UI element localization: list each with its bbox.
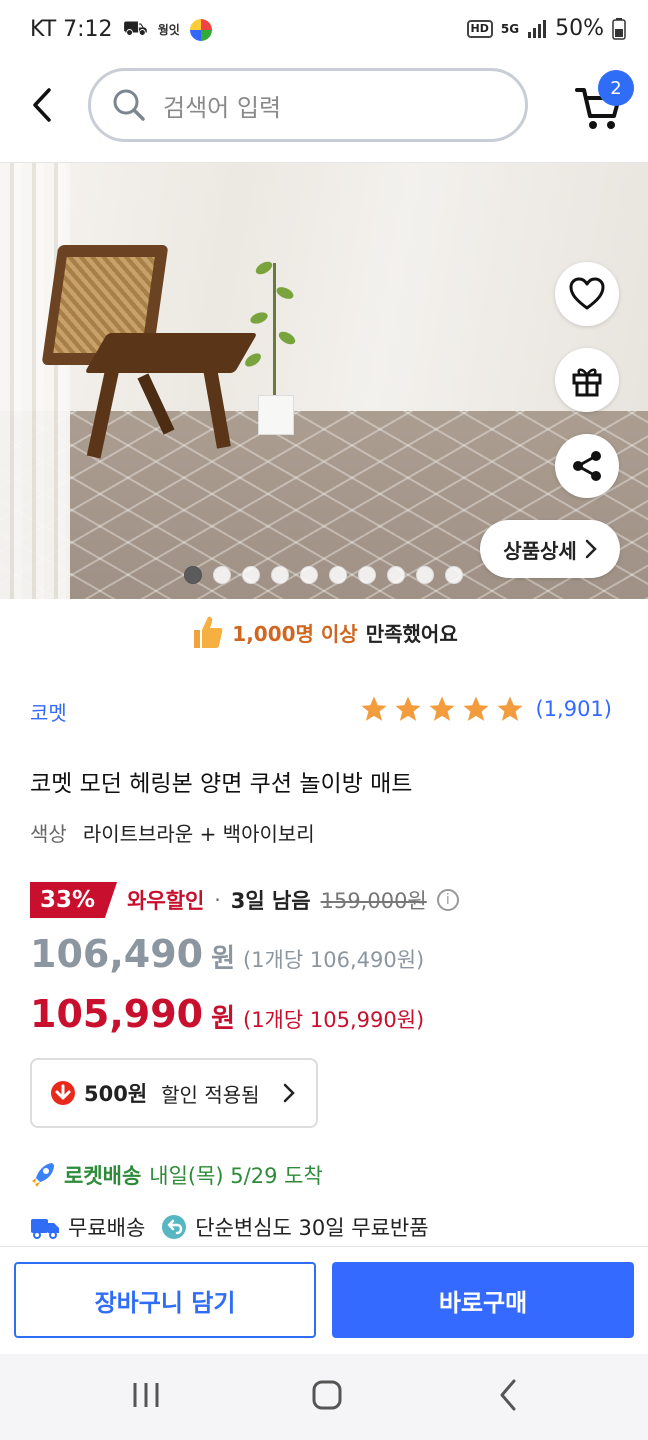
thumbs-up-icon	[194, 616, 223, 648]
days-left: 3일 남음	[230, 889, 311, 913]
hd-badge: HD	[466, 19, 493, 38]
status-left: KT 7:12 ⛟ 웡잇	[30, 16, 212, 43]
pagination-dot[interactable]	[329, 566, 347, 584]
option-value: 라이트브라운 + 백아이보리	[82, 822, 315, 846]
image-chair-seat	[84, 333, 258, 373]
option-label: 색상	[30, 822, 67, 846]
pagination-dot[interactable]	[387, 566, 405, 584]
image-plant-stem	[273, 263, 276, 397]
carrier-time: KT 7:12	[30, 17, 113, 42]
cart-count-badge: 2	[598, 70, 634, 106]
search-icon	[113, 89, 145, 121]
product-option[interactable]: 색상 라이트브라운 + 백아이보리	[30, 818, 315, 847]
satisfaction-banner: 1,000명 이상 만족했어요	[0, 604, 648, 660]
search-placeholder: 검색어 입력	[163, 93, 282, 122]
wow-discount-label: 와우할인	[127, 889, 205, 913]
heart-icon	[569, 277, 605, 310]
share-button[interactable]	[555, 434, 619, 498]
product-detail-label: 상품상세	[503, 538, 577, 563]
satisfaction-text: 만족했어요	[365, 621, 458, 646]
sale-unit-price: (1개당 105,990원)	[243, 1008, 425, 1032]
star-icon	[429, 696, 455, 721]
app-label: 웡잇	[157, 23, 180, 37]
search-input[interactable]: 검색어 입력	[88, 68, 528, 142]
home-icon	[312, 1380, 342, 1410]
star-icon	[361, 696, 387, 721]
regular-price: 106,490 원 (1개당 106,490원)	[30, 932, 424, 976]
separator: ·	[214, 888, 221, 912]
info-icon[interactable]: i	[436, 889, 459, 911]
star-icon	[395, 696, 421, 721]
home-button[interactable]	[297, 1370, 357, 1420]
discount-percent-badge: 33%	[30, 882, 118, 918]
original-price: 159,000원	[320, 889, 427, 913]
pagination-dot[interactable]	[416, 566, 434, 584]
arrival-date: 내일(목) 5/29 도착	[149, 1164, 323, 1188]
truck-icon	[31, 1219, 59, 1239]
wishlist-button[interactable]	[555, 262, 619, 326]
recent-apps-icon	[133, 1383, 159, 1407]
recent-apps-button[interactable]	[116, 1370, 176, 1420]
sale-price-won: 원	[211, 1004, 235, 1034]
status-right: HD 5G 50%	[466, 16, 626, 41]
pagination-dot[interactable]	[242, 566, 260, 584]
battery-icon	[612, 17, 626, 40]
location-icon	[189, 18, 212, 41]
sale-price: 105,990 원 (1개당 105,990원)	[30, 992, 424, 1036]
satisfaction-count: 1,000명 이상	[232, 621, 358, 646]
coupon-button[interactable]: 500원 할인 적용됨	[30, 1058, 318, 1128]
notification-icon: ⛟	[122, 16, 148, 40]
rocket-icon	[32, 1163, 54, 1187]
image-plant-pot	[258, 395, 294, 435]
coupon-text: 할인 적용됨	[161, 1082, 260, 1107]
bottom-divider	[0, 1246, 648, 1247]
gift-button[interactable]	[555, 348, 619, 412]
sale-price-value: 105,990	[30, 992, 204, 1036]
coupon-amount: 500원	[84, 1082, 148, 1106]
return-icon	[162, 1215, 187, 1239]
pagination-dot[interactable]	[271, 566, 289, 584]
brand-link[interactable]: 코멧	[30, 697, 67, 726]
add-to-cart-button[interactable]: 장바구니 담기	[14, 1262, 316, 1338]
review-count[interactable]: (1,901)	[535, 697, 612, 721]
delivery-benefits: 무료배송 단순변심도 30일 무료반품	[30, 1212, 429, 1242]
regular-price-won: 원	[211, 944, 235, 974]
free-shipping: 무료배송	[68, 1216, 146, 1240]
pagination-dot[interactable]	[213, 566, 231, 584]
gift-icon	[572, 368, 602, 397]
image-curtain	[0, 163, 70, 599]
buy-now-button[interactable]: 바로구매	[332, 1262, 634, 1338]
pagination-dot[interactable]	[358, 566, 376, 584]
down-arrow-icon	[51, 1081, 75, 1105]
pagination-dot[interactable]	[184, 566, 202, 584]
chevron-right-icon	[585, 539, 597, 559]
image-pagination	[184, 566, 463, 584]
regular-price-value: 106,490	[30, 932, 204, 976]
signal-icon	[528, 19, 547, 38]
system-back-button[interactable]	[478, 1370, 538, 1420]
star-icon	[463, 696, 489, 721]
battery-percent: 50%	[555, 16, 604, 41]
product-title: 코멧 모던 헤링본 양면 쿠션 놀이방 매트	[30, 771, 413, 797]
rocket-label: 로켓배송	[64, 1164, 142, 1188]
back-arrow-icon	[33, 88, 51, 122]
back-button[interactable]	[22, 80, 62, 130]
network-badge: 5G	[500, 21, 520, 36]
pagination-dot[interactable]	[445, 566, 463, 584]
discount-row: 33% 와우할인 · 3일 남음 159,000원 i	[30, 880, 459, 920]
system-back-icon	[500, 1379, 516, 1411]
product-detail-button[interactable]: 상품상세	[480, 520, 620, 578]
rating[interactable]: (1,901)	[359, 694, 612, 724]
regular-unit-price: (1개당 106,490원)	[243, 948, 425, 972]
free-return: 단순변심도 30일 무료반품	[195, 1216, 429, 1240]
pagination-dot[interactable]	[300, 566, 318, 584]
share-icon	[573, 451, 601, 481]
star-icon	[497, 696, 523, 721]
rocket-delivery: 로켓배송 내일(목) 5/29 도착	[30, 1160, 323, 1190]
chevron-right-icon	[283, 1083, 295, 1103]
